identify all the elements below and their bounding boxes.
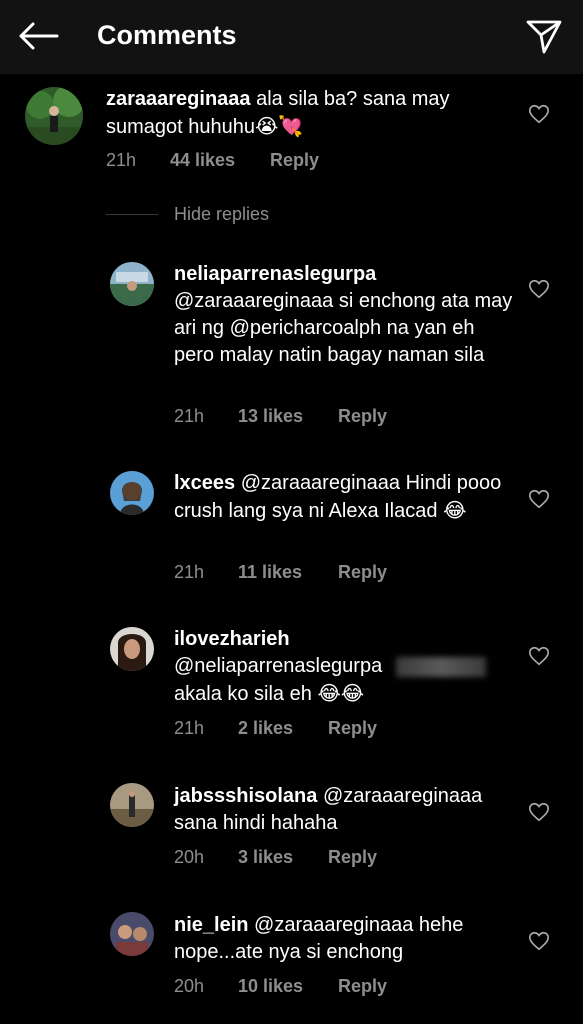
comment-meta: 21h 44 likes Reply bbox=[106, 150, 319, 171]
avatar-ilovezharieh[interactable] bbox=[110, 627, 154, 671]
arrow-left-icon bbox=[19, 22, 59, 50]
comment-time: 21h bbox=[106, 150, 137, 170]
avatar-lxcees[interactable] bbox=[110, 471, 154, 515]
hide-replies-button[interactable]: Hide replies bbox=[106, 204, 269, 225]
heart-icon[interactable] bbox=[528, 278, 550, 300]
comment-username[interactable]: neliaparrenaslegurpa bbox=[174, 263, 376, 285]
heart-icon[interactable] bbox=[528, 103, 550, 125]
heart-icon[interactable] bbox=[528, 645, 550, 667]
reply-button[interactable]: Reply bbox=[338, 562, 387, 583]
page-title: Comments bbox=[97, 20, 237, 50]
share-button[interactable] bbox=[520, 12, 568, 60]
reply-button[interactable]: Reply bbox=[328, 718, 377, 739]
reply-button[interactable]: Reply bbox=[270, 150, 319, 171]
reply-button[interactable]: Reply bbox=[338, 976, 387, 997]
comment-meta: 20h 10 likes Reply bbox=[174, 976, 387, 997]
hide-replies-label: Hide replies bbox=[174, 204, 270, 224]
comment-username[interactable]: lxcees bbox=[174, 472, 235, 494]
comment-text: zaraaareginaaa ala sila ba? sana may sum… bbox=[106, 86, 506, 141]
comment-body: akala ko sila eh bbox=[174, 683, 312, 705]
comment-emojis: 😂😂 bbox=[317, 681, 365, 705]
comment-likes[interactable]: 44 likes bbox=[170, 150, 270, 171]
comment-text: jabssshisolana @zaraaareginaaa sana hind… bbox=[174, 783, 514, 837]
comment-likes[interactable]: 2 likes bbox=[238, 718, 328, 739]
comment-meta: 21h 11 likes Reply bbox=[174, 562, 387, 583]
comment-emojis: 😭💘 bbox=[255, 114, 304, 138]
profile-photo bbox=[25, 87, 83, 145]
comment-username[interactable]: jabssshisolana bbox=[174, 785, 317, 807]
avatar-zaraaareginaaa[interactable] bbox=[25, 87, 83, 145]
comment-likes[interactable]: 13 likes bbox=[238, 406, 338, 427]
comment-time: 21h bbox=[174, 718, 205, 738]
blurred-text bbox=[396, 656, 487, 677]
comment-text: lxcees @zaraaareginaaa Hindi pooo crush … bbox=[174, 470, 504, 525]
profile-photo bbox=[110, 627, 154, 671]
comment-likes[interactable]: 11 likes bbox=[238, 562, 338, 583]
comment-time: 20h bbox=[174, 976, 205, 996]
comment-meta: 20h 3 likes Reply bbox=[174, 847, 377, 868]
comment-username[interactable]: zaraaareginaaa bbox=[106, 88, 251, 110]
comment-username[interactable]: ilovezharieh bbox=[174, 628, 290, 650]
top-bar: Comments bbox=[0, 0, 583, 74]
heart-icon[interactable] bbox=[528, 930, 550, 952]
comment-likes[interactable]: 3 likes bbox=[238, 847, 328, 868]
comment-text: nie_lein @zaraaareginaaa hehe nope...ate… bbox=[174, 912, 514, 966]
comment-text: ilovezharieh @neliaparrenaslegurpa akala… bbox=[174, 626, 514, 708]
reply-button[interactable]: Reply bbox=[338, 406, 387, 427]
comment-text: neliaparrenaslegurpa @zaraaareginaaa si … bbox=[174, 261, 514, 369]
profile-photo bbox=[110, 783, 154, 827]
heart-icon[interactable] bbox=[528, 488, 550, 510]
direct-message-icon bbox=[526, 20, 562, 54]
back-button[interactable] bbox=[14, 16, 62, 56]
comment-time: 21h bbox=[174, 562, 205, 582]
comment-username[interactable]: nie_lein bbox=[174, 914, 248, 936]
divider bbox=[106, 214, 158, 215]
comment-meta: 21h 2 likes Reply bbox=[174, 718, 377, 739]
comment-time: 21h bbox=[174, 406, 205, 426]
avatar-neliaparrenaslegurpa[interactable] bbox=[110, 262, 154, 306]
profile-photo bbox=[110, 912, 154, 956]
heart-icon[interactable] bbox=[528, 801, 550, 823]
profile-photo bbox=[110, 471, 154, 515]
comment-likes[interactable]: 10 likes bbox=[238, 976, 338, 997]
comment-body-mention: @neliaparrenaslegurpa bbox=[174, 655, 383, 677]
comment-body: @zaraaareginaaa si enchong ata may ari n… bbox=[174, 290, 518, 366]
reply-button[interactable]: Reply bbox=[328, 847, 377, 868]
comment-emojis: 😂 bbox=[443, 498, 467, 522]
avatar-jabssshisolana[interactable] bbox=[110, 783, 154, 827]
avatar-nie_lein[interactable] bbox=[110, 912, 154, 956]
profile-photo bbox=[110, 262, 154, 306]
comment-meta: 21h 13 likes Reply bbox=[174, 406, 387, 427]
comment-time: 20h bbox=[174, 847, 205, 867]
